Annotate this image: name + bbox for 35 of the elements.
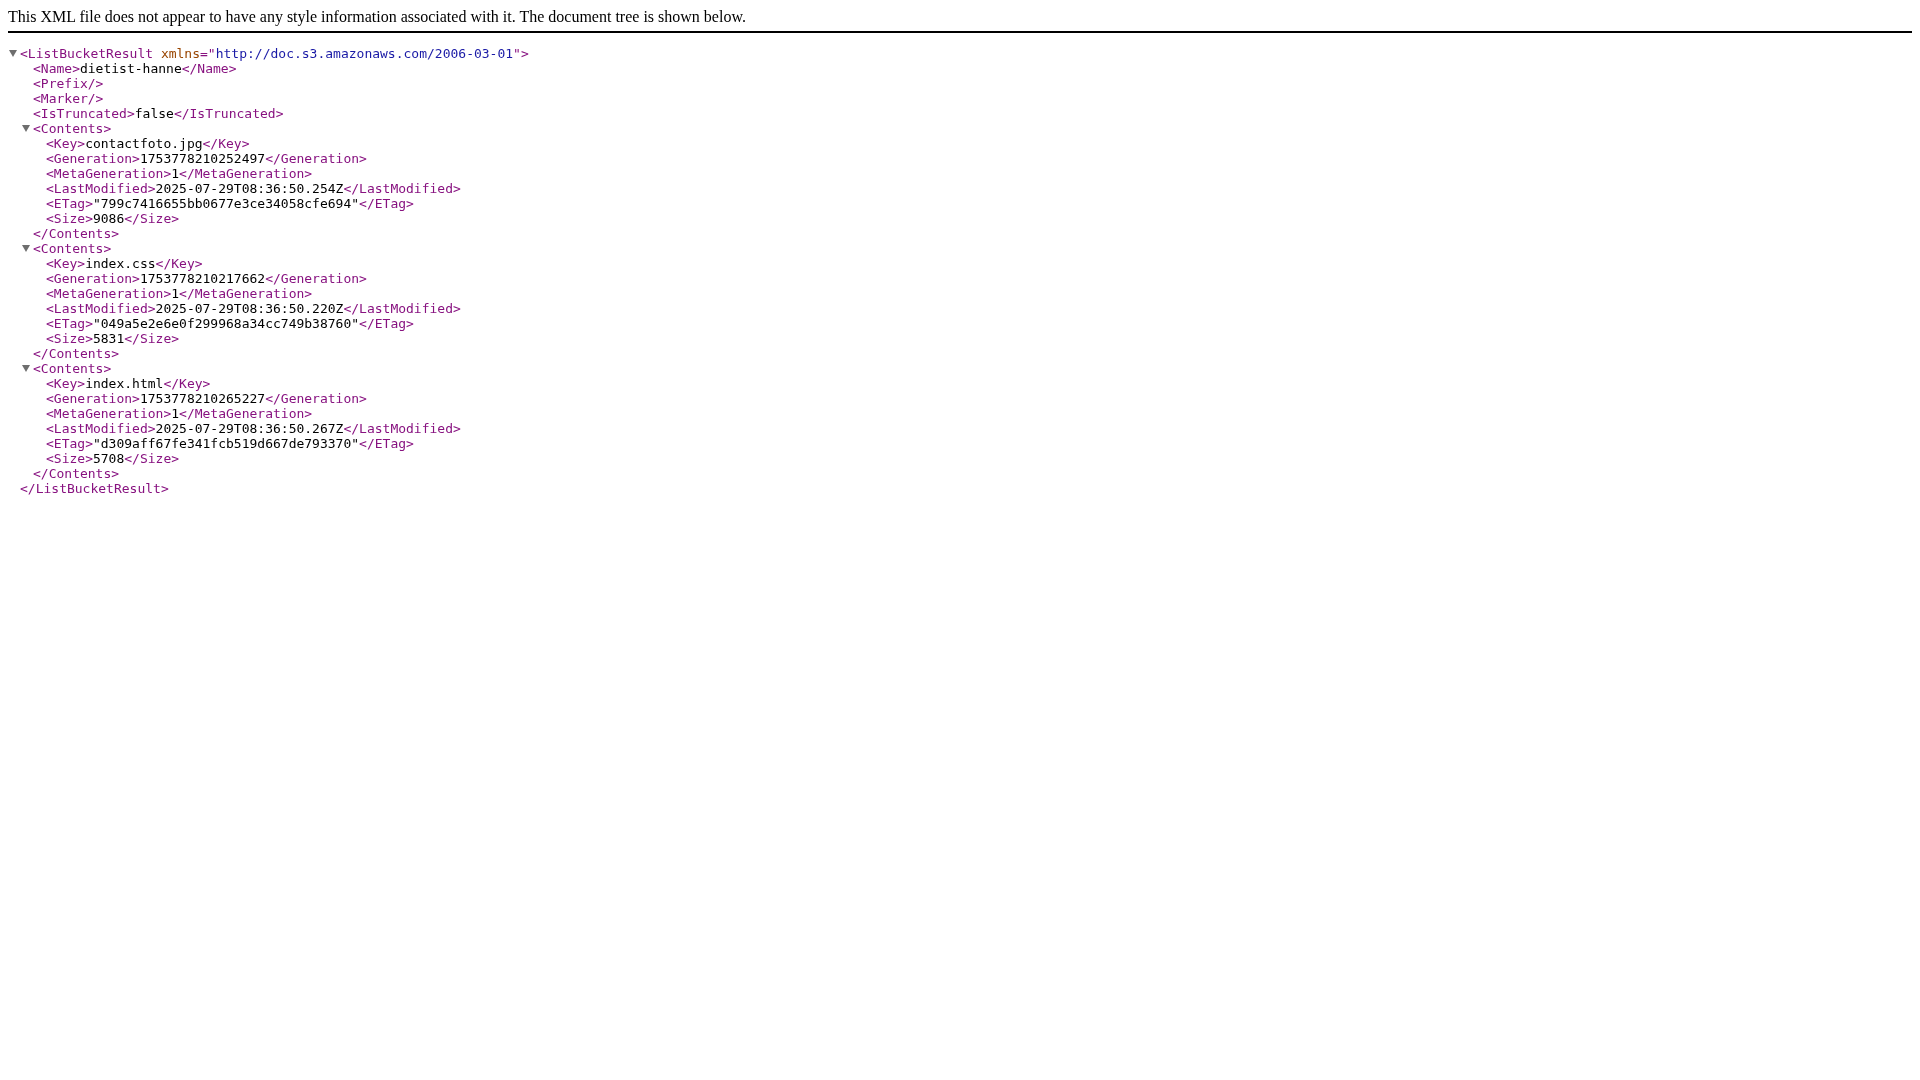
xml-element-line: <Prefix/> xyxy=(33,76,104,91)
notice-text: This XML file does not appear to have any style information associated with it. The document tree is shown below. xyxy=(8,8,746,25)
xml-element-line: <Key>index.css</Key> xyxy=(46,256,203,271)
xml-element-line: <Generation>1753778210252497</Generation> xyxy=(46,151,367,166)
xml-element-line: <Generation>1753778210217662</Generation> xyxy=(46,271,367,286)
collapse-triangle-icon[interactable] xyxy=(9,50,17,57)
xml-open-tag: <Contents> xyxy=(33,361,112,376)
collapse-triangle-icon[interactable] xyxy=(22,365,30,372)
xml-open-tag: <ListBucketResult xmlns="http://doc.s3.amazonaws.com/2006-03-01"> xyxy=(20,46,529,61)
xml-element-line: <Key>index.html</Key> xyxy=(46,376,211,391)
xml-close-tag: </ListBucketResult> xyxy=(20,481,169,496)
xml-element-line: <Generation>1753778210265227</Generation> xyxy=(46,391,367,406)
xml-element-line: <ETag>"799c7416655bb0677e3ce34058cfe694"</ETag> xyxy=(46,196,414,211)
xml-element-line: <Size>5708</Size> xyxy=(46,451,180,466)
collapse-triangle-icon[interactable] xyxy=(22,245,30,252)
xml-element-line: <Size>5831</Size> xyxy=(46,331,180,346)
xml-close-tag: </Contents> xyxy=(33,466,120,481)
xml-element-line: <LastModified>2025-07-29T08:36:50.254Z</LastModified> xyxy=(46,181,461,196)
xml-element-line: <Name>dietist-hanne</Name> xyxy=(33,61,237,76)
xml-element-line: <Marker/> xyxy=(33,91,104,106)
xml-element-line: <LastModified>2025-07-29T08:36:50.267Z</LastModified> xyxy=(46,421,461,436)
xml-element-line: <MetaGeneration>1</MetaGeneration> xyxy=(46,286,313,301)
xml-element-line: <Key>contactfoto.jpg</Key> xyxy=(46,136,250,151)
xml-close-tag: </Contents> xyxy=(33,346,120,361)
xml-element-line: <Size>9086</Size> xyxy=(46,211,180,226)
xml-element-line: <IsTruncated>false</IsTruncated> xyxy=(33,106,284,121)
xml-element-line: <ETag>"d309aff67fe341fcb519d667de793370"</ETag> xyxy=(46,436,414,451)
xml-element-line: <ETag>"049a5e2e6e0f299968a34cc749b38760"</ETag> xyxy=(46,316,414,331)
xml-open-tag: <Contents> xyxy=(33,241,112,256)
xml-open-tag: <Contents> xyxy=(33,121,112,136)
collapse-triangle-icon[interactable] xyxy=(22,125,30,132)
xml-element-line: <MetaGeneration>1</MetaGeneration> xyxy=(46,406,313,421)
xml-element-line: <LastModified>2025-07-29T08:36:50.220Z</LastModified> xyxy=(46,301,461,316)
xml-element-line: <MetaGeneration>1</MetaGeneration> xyxy=(46,166,313,181)
xml-close-tag: </Contents> xyxy=(33,226,120,241)
